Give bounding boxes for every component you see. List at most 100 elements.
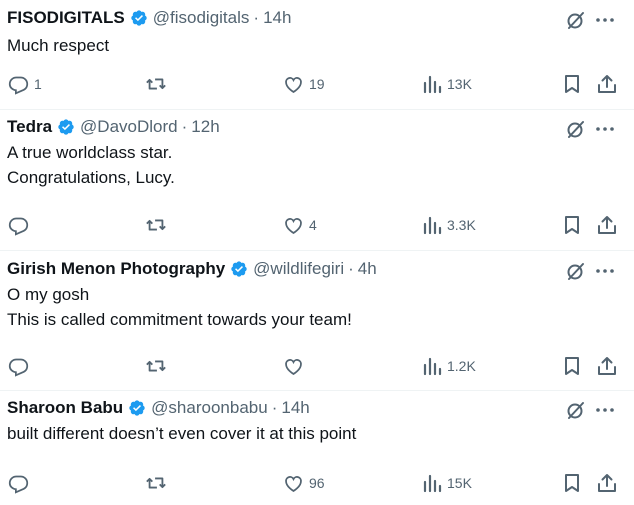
action-bar: 1.2K — [0, 354, 634, 378]
bookmark-icon — [565, 474, 579, 492]
bookmark-button[interactable] — [562, 72, 582, 96]
tweet-text: A true worldclass star. Congratulations,… — [7, 140, 175, 190]
bookmark-button[interactable] — [562, 213, 582, 237]
like-button[interactable]: 96 — [283, 471, 325, 495]
verified-badge-icon — [230, 260, 248, 278]
like-count: 4 — [309, 217, 317, 233]
tweet-header: Sharoon Babu @sharoonbabu · 14h — [7, 398, 310, 418]
share-icon — [598, 357, 616, 375]
tweet[interactable]: Tedra @DavoDlord · 12h A true worldclass… — [0, 110, 634, 251]
user-handle[interactable]: @wildlifegiri — [253, 259, 344, 279]
tweet[interactable]: Sharoon Babu @sharoonbabu · 14h built di… — [0, 391, 634, 505]
retweet-icon — [146, 78, 166, 90]
tweet-text: O my gosh This is called commitment towa… — [7, 282, 352, 332]
views-button[interactable]: 1.2K — [422, 354, 476, 378]
bookmark-button[interactable] — [562, 354, 582, 378]
reply-icon — [8, 475, 29, 494]
reply-icon — [8, 217, 29, 236]
tweet-header: Girish Menon Photography @wildlifegiri ·… — [7, 259, 377, 279]
user-handle[interactable]: @fisodigitals — [153, 8, 250, 28]
separator-dot: · — [271, 398, 278, 417]
action-bar: 4 3.3K — [0, 213, 634, 237]
like-count: 19 — [309, 76, 325, 92]
tweet-text: Much respect — [7, 33, 109, 58]
tweet[interactable]: Girish Menon Photography @wildlifegiri ·… — [0, 251, 634, 391]
views-button[interactable]: 13K — [422, 72, 472, 96]
reply-button[interactable] — [8, 354, 34, 378]
reply-count: 1 — [34, 76, 42, 92]
retweet-icon — [146, 360, 166, 372]
view-count: 15K — [447, 475, 472, 491]
share-button[interactable] — [597, 354, 617, 378]
share-icon — [598, 474, 616, 492]
retweet-button[interactable] — [145, 354, 172, 378]
verified-badge-icon — [128, 399, 146, 417]
tweet[interactable]: FISODIGITALS @fisodigitals · 14h Much re… — [0, 0, 634, 110]
reply-button[interactable]: 1 — [8, 72, 42, 96]
tweet-text-line: A true worldclass star. — [7, 143, 173, 162]
user-name[interactable]: Tedra — [7, 117, 52, 137]
share-icon — [598, 75, 616, 93]
more-icon[interactable] — [594, 260, 616, 282]
verified-badge-icon — [57, 118, 75, 136]
view-count: 3.3K — [447, 217, 476, 233]
bookmark-icon — [565, 216, 579, 234]
grok-icon[interactable] — [565, 118, 587, 140]
views-icon — [423, 216, 442, 235]
reply-button[interactable] — [8, 471, 34, 495]
share-button[interactable] — [597, 72, 617, 96]
view-count: 1.2K — [447, 358, 476, 374]
grok-icon[interactable] — [565, 9, 587, 31]
bookmark-icon — [565, 357, 579, 375]
timestamp[interactable]: 12h — [191, 117, 219, 137]
tweet-text-line: This is called commitment towards your t… — [7, 310, 352, 329]
user-name[interactable]: Girish Menon Photography — [7, 259, 225, 279]
share-button[interactable] — [597, 213, 617, 237]
reply-icon — [8, 76, 29, 95]
retweet-icon — [146, 477, 166, 489]
action-bar: 1 19 13K — [0, 72, 634, 96]
tweet-text-line: Much respect — [7, 36, 110, 55]
views-icon — [423, 75, 442, 94]
tweet-header: Tedra @DavoDlord · 12h — [7, 117, 220, 137]
retweet-icon — [146, 219, 166, 231]
views-button[interactable]: 15K — [422, 471, 472, 495]
bookmark-button[interactable] — [562, 471, 582, 495]
heart-icon — [285, 475, 302, 492]
like-button[interactable] — [283, 354, 309, 378]
timestamp[interactable]: 14h — [263, 8, 291, 28]
timestamp[interactable]: 14h — [281, 398, 309, 418]
views-button[interactable]: 3.3K — [422, 213, 476, 237]
view-count: 13K — [447, 76, 472, 92]
grok-icon[interactable] — [565, 399, 587, 421]
retweet-button[interactable] — [145, 471, 172, 495]
action-bar: 96 15K — [0, 471, 634, 495]
user-name[interactable]: FISODIGITALS — [7, 8, 125, 28]
user-handle[interactable]: @sharoonbabu — [151, 398, 268, 418]
heart-icon — [285, 76, 302, 93]
tweet-text-line: built different doesn’t even cover it at… — [7, 424, 357, 443]
tweet-header: FISODIGITALS @fisodigitals · 14h — [7, 8, 291, 28]
more-icon[interactable] — [594, 399, 616, 421]
views-icon — [423, 357, 442, 376]
more-icon[interactable] — [594, 9, 616, 31]
like-button[interactable]: 4 — [283, 213, 317, 237]
user-handle[interactable]: @DavoDlord — [80, 117, 178, 137]
more-icon[interactable] — [594, 118, 616, 140]
tweet-text-line: Congratulations, Lucy. — [7, 168, 175, 187]
bookmark-icon — [565, 75, 579, 93]
like-button[interactable]: 19 — [283, 72, 325, 96]
grok-icon[interactable] — [565, 260, 587, 282]
heart-icon — [285, 217, 302, 234]
verified-badge-icon — [130, 9, 148, 27]
share-button[interactable] — [597, 471, 617, 495]
tweet-text-line: O my gosh — [7, 285, 90, 304]
timestamp[interactable]: 4h — [358, 259, 377, 279]
retweet-button[interactable] — [145, 213, 172, 237]
user-name[interactable]: Sharoon Babu — [7, 398, 123, 418]
reply-button[interactable] — [8, 213, 34, 237]
separator-dot: · — [348, 259, 354, 278]
share-icon — [598, 216, 616, 234]
reply-icon — [8, 358, 29, 377]
retweet-button[interactable] — [145, 72, 172, 96]
